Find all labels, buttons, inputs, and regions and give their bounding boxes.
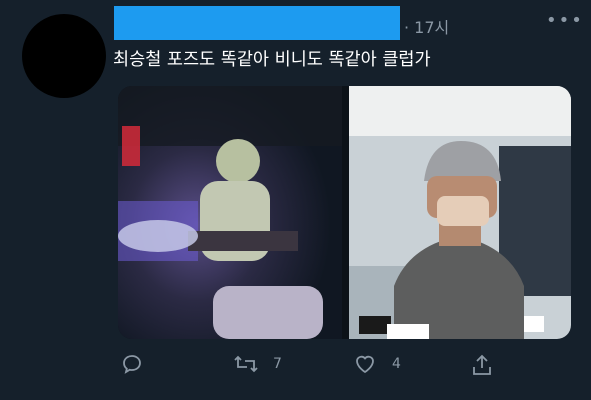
like-count: 4 — [392, 356, 401, 372]
reply-button[interactable] — [120, 352, 144, 376]
tweet-text: 최승철 포즈도 똑같아 비니도 똑같아 클럽가 — [113, 50, 431, 70]
more-options-icon[interactable]: ••• — [546, 10, 584, 31]
media-photo-right[interactable] — [349, 86, 571, 339]
media-photo-left[interactable] — [118, 86, 342, 339]
action-bar: 7 4 — [0, 352, 591, 382]
heart-icon — [352, 352, 378, 376]
redacted-username[interactable] — [114, 6, 400, 40]
reply-icon — [120, 352, 144, 376]
avatar[interactable] — [22, 14, 106, 98]
retweet-count: 7 — [273, 356, 282, 372]
share-icon — [470, 352, 494, 378]
retweet-icon — [233, 352, 259, 376]
timestamp[interactable]: · 17시 — [404, 14, 449, 38]
like-button[interactable]: 4 — [352, 352, 401, 376]
share-button[interactable] — [470, 352, 494, 378]
retweet-button[interactable]: 7 — [233, 352, 282, 376]
media-grid[interactable] — [118, 86, 571, 339]
